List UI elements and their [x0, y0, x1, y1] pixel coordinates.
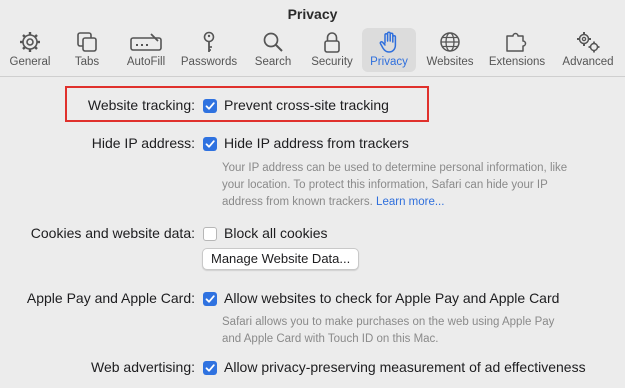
tab-privacy[interactable]: Privacy	[362, 28, 416, 72]
hand-icon	[379, 31, 397, 53]
learn-more-link[interactable]: Learn more...	[376, 196, 444, 208]
key-icon	[203, 31, 215, 52]
cookies-label: Cookies and website data:	[30, 225, 195, 241]
tab-security[interactable]: Security	[304, 28, 360, 72]
desc-line: your location. To protect this informati…	[222, 179, 548, 191]
tab-label: Search	[254, 56, 292, 68]
manage-website-data-button[interactable]: Manage Website Data...	[202, 248, 360, 270]
tab-websites[interactable]: Websites	[422, 28, 478, 72]
apple-pay-checkbox[interactable]	[203, 292, 217, 306]
apple-pay-option[interactable]: Allow websites to check for Apple Pay an…	[224, 290, 559, 306]
tab-tabs[interactable]: Tabs	[64, 28, 110, 72]
tab-passwords[interactable]: Passwords	[178, 28, 240, 72]
gears-icon	[577, 32, 600, 53]
autofill-icon	[130, 33, 162, 51]
tab-label: Tabs	[74, 56, 100, 68]
web-advertising-option[interactable]: Allow privacy-preserving measurement of …	[224, 359, 586, 375]
checkmark-icon	[205, 102, 215, 110]
hide-ip-option[interactable]: Hide IP address from trackers	[224, 135, 409, 151]
apple-pay-label: Apple Pay and Apple Card:	[26, 290, 195, 306]
preferences-toolbar: General Tabs AutoFill Passwords Search S…	[0, 28, 625, 72]
website-tracking-option[interactable]: Prevent cross-site tracking	[224, 97, 389, 113]
desc-line: Your IP address can be used to determine…	[222, 162, 568, 174]
desc-line: address from known trackers. Learn more.…	[222, 194, 592, 211]
tab-label: AutoFill	[126, 56, 166, 68]
web-advertising-checkbox[interactable]	[203, 361, 217, 375]
block-cookies-option[interactable]: Block all cookies	[224, 225, 328, 241]
globe-icon	[440, 32, 460, 52]
tab-label: Security	[311, 56, 353, 68]
tab-label: General	[9, 56, 51, 68]
apple-pay-description: Safari allows you to make purchases on t…	[222, 314, 592, 348]
hide-ip-description: Your IP address can be used to determine…	[222, 160, 592, 211]
window-title: Privacy	[287, 6, 338, 22]
desc-line: Safari allows you to make purchases on t…	[222, 316, 555, 328]
tab-general[interactable]: General	[4, 28, 56, 72]
tab-advanced[interactable]: Advanced	[556, 28, 620, 72]
website-tracking-label: Website tracking:	[87, 97, 195, 113]
lock-icon	[324, 32, 340, 53]
hide-ip-checkbox[interactable]	[203, 137, 217, 151]
checkmark-icon	[205, 295, 215, 303]
tabs-icon	[77, 32, 97, 52]
tab-label: Websites	[426, 56, 474, 68]
desc-text: address from known trackers.	[222, 196, 373, 208]
tab-label: Privacy	[370, 56, 408, 68]
tab-label: Advanced	[562, 56, 614, 68]
website-tracking-checkbox[interactable]	[203, 99, 217, 113]
search-icon	[263, 32, 283, 52]
puzzle-icon	[506, 32, 527, 52]
tab-extensions[interactable]: Extensions	[484, 28, 550, 72]
checkmark-icon	[205, 140, 215, 148]
web-advertising-label: Web advertising:	[90, 359, 195, 375]
tab-search[interactable]: Search	[248, 28, 298, 72]
tab-label: Passwords	[180, 56, 238, 68]
block-cookies-checkbox[interactable]	[203, 227, 217, 241]
desc-line: and Apple Card with Touch ID on this Mac…	[222, 333, 439, 345]
tab-autofill[interactable]: AutoFill	[118, 28, 174, 72]
gear-icon	[20, 32, 40, 52]
hide-ip-label: Hide IP address:	[91, 135, 195, 151]
checkmark-icon	[205, 364, 215, 372]
tab-label: Extensions	[488, 56, 546, 68]
